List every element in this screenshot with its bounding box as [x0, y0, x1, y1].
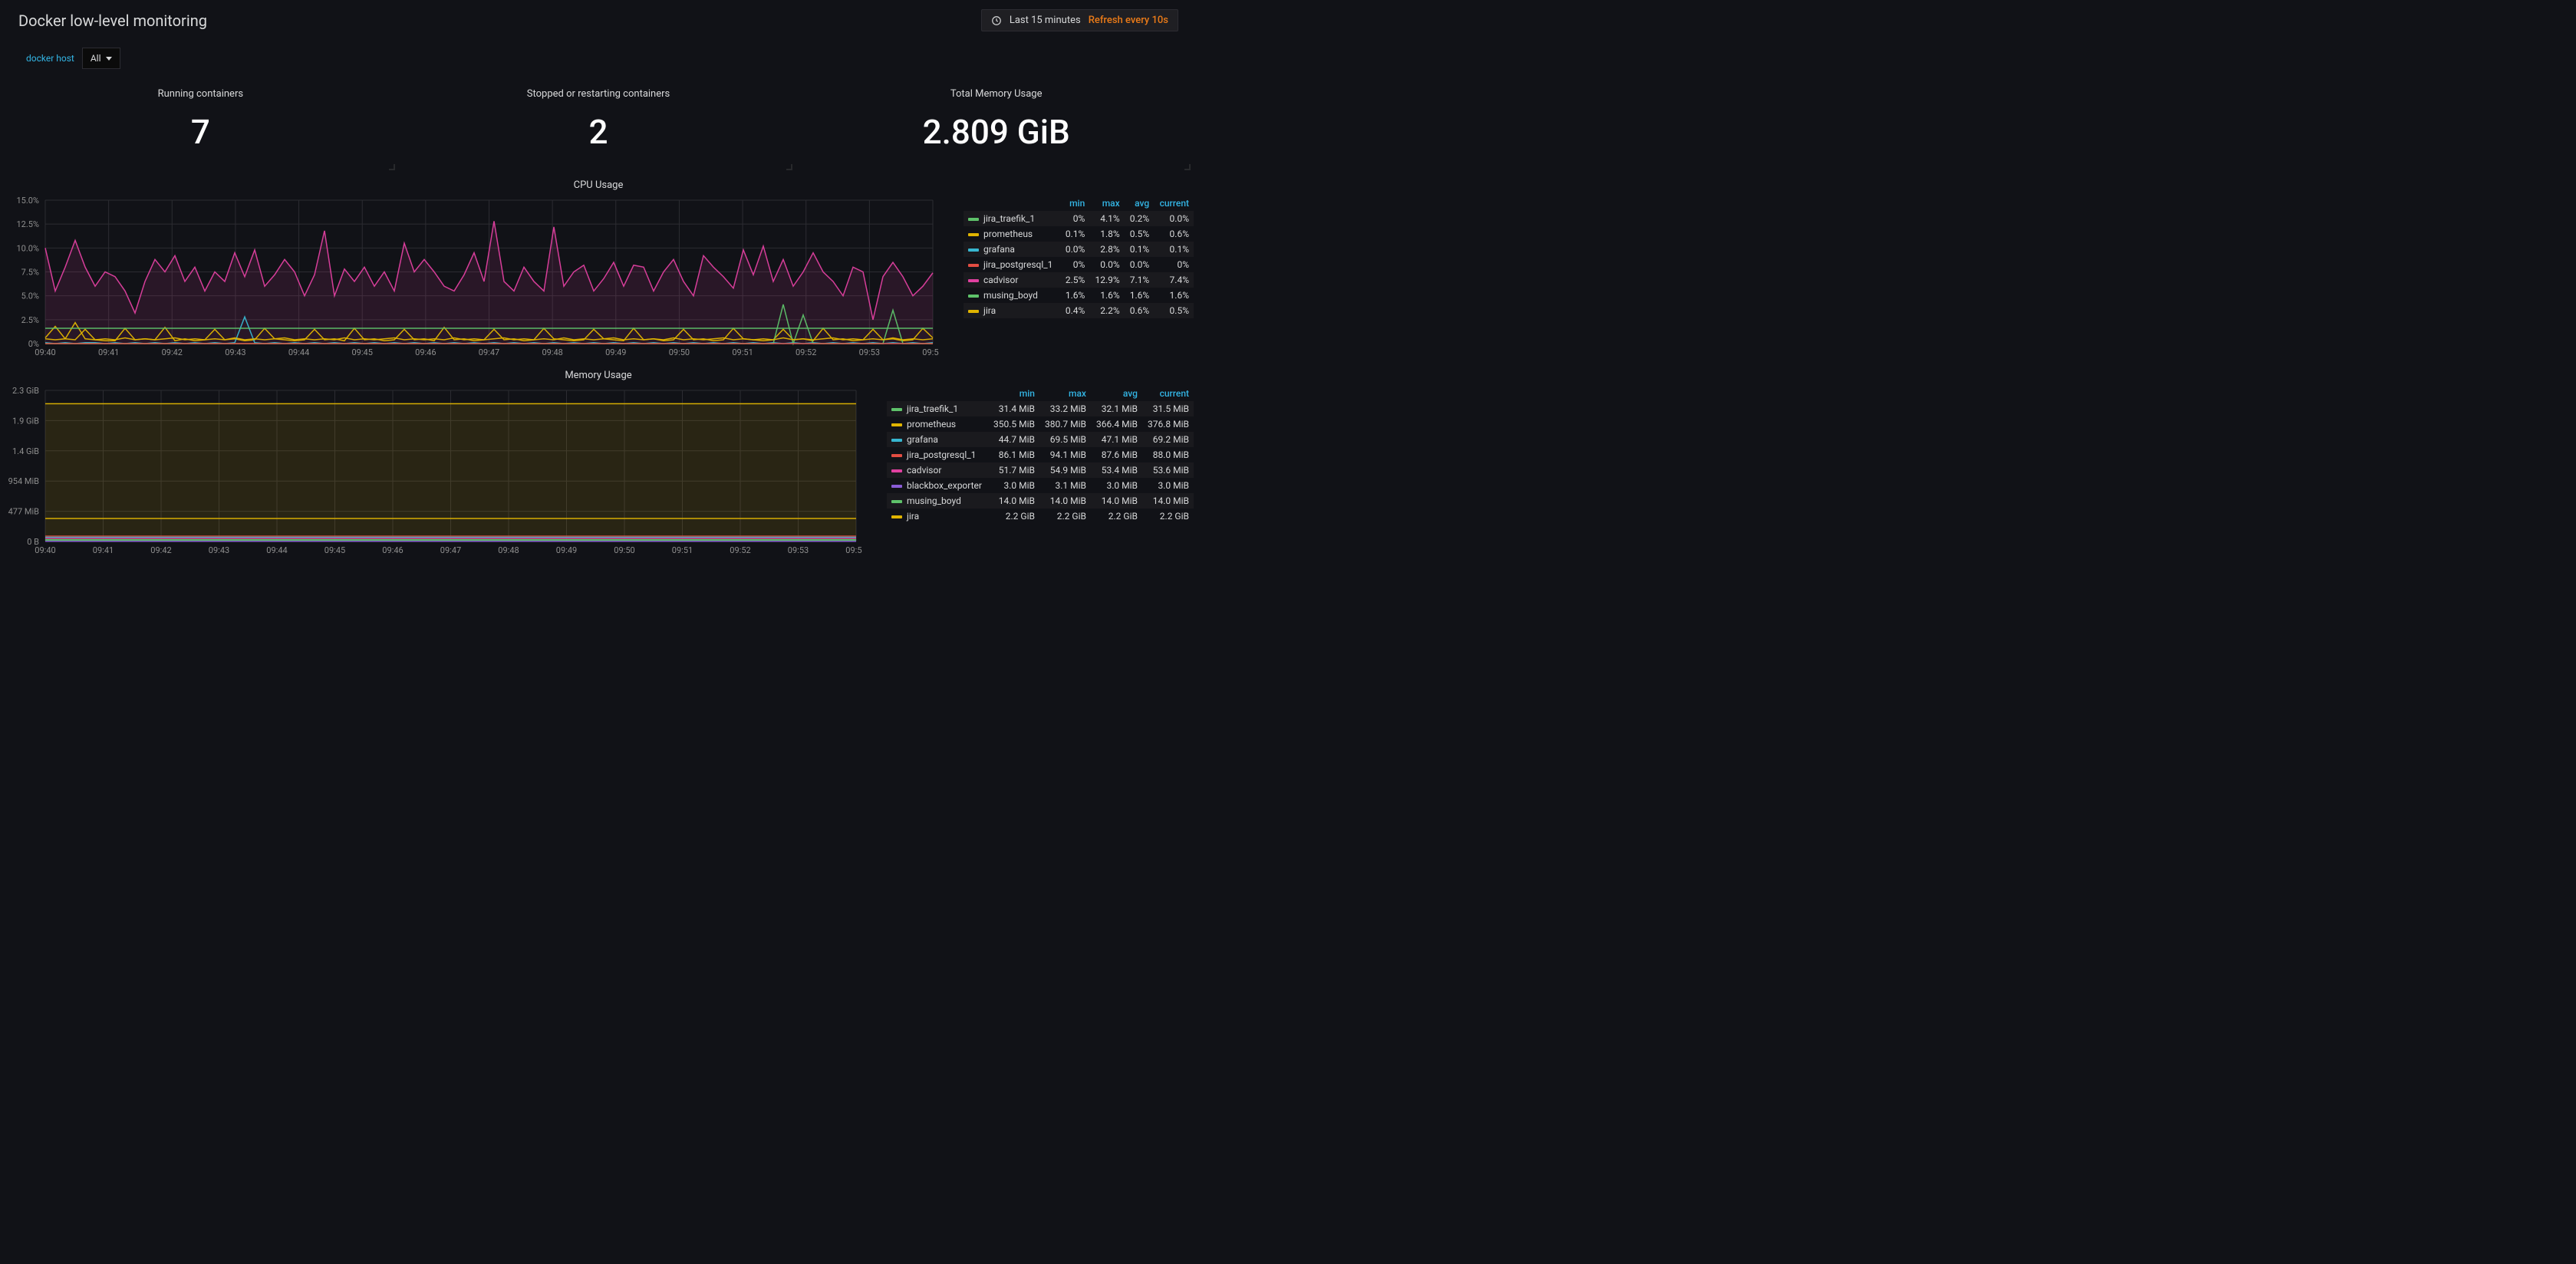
svg-text:954 MiB: 954 MiB: [8, 476, 40, 486]
svg-text:2.5%: 2.5%: [21, 315, 39, 325]
time-range-picker[interactable]: Last 15 minutes Refresh every 10s: [981, 9, 1178, 31]
svg-text:09:53: 09:53: [788, 545, 809, 555]
resize-handle-icon[interactable]: [389, 164, 395, 170]
stat-value: 2.809 GiB: [799, 112, 1194, 152]
legend-row[interactable]: jira_traefik_131.4 MiB33.2 MiB32.1 MiB31…: [887, 401, 1194, 416]
svg-text:09:40: 09:40: [35, 347, 55, 357]
svg-text:09:52: 09:52: [796, 347, 816, 357]
svg-text:09:45: 09:45: [324, 545, 345, 555]
svg-text:477 MiB: 477 MiB: [8, 507, 40, 517]
legend-row[interactable]: grafana0.0%2.8%0.1%0.1%: [964, 242, 1194, 257]
var-docker-host-value: All: [91, 53, 101, 64]
svg-text:5.0%: 5.0%: [21, 291, 39, 301]
legend-row[interactable]: jira0.4%2.2%0.6%0.5%: [964, 303, 1194, 318]
svg-text:09:42: 09:42: [150, 545, 171, 555]
refresh-interval[interactable]: Refresh every 10s: [1089, 15, 1168, 26]
svg-text:10.0%: 10.0%: [16, 243, 39, 253]
svg-text:09:53: 09:53: [859, 347, 880, 357]
svg-text:09:41: 09:41: [93, 545, 114, 555]
panel-title: CPU Usage: [3, 179, 1194, 191]
legend-row[interactable]: prometheus350.5 MiB380.7 MiB366.4 MiB376…: [887, 416, 1194, 432]
svg-text:09:49: 09:49: [605, 347, 626, 357]
cpu-chart[interactable]: 0%2.5%5.0%7.5%10.0%12.5%15.0%09:4009:410…: [3, 196, 957, 360]
panel-stopped-containers[interactable]: Stopped or restarting containers 2: [401, 82, 796, 173]
svg-text:09:40: 09:40: [35, 545, 55, 555]
svg-text:2.3 GiB: 2.3 GiB: [12, 386, 39, 396]
clock-icon: [991, 15, 1002, 26]
var-docker-host-dropdown[interactable]: All: [82, 48, 120, 69]
svg-text:09:47: 09:47: [479, 347, 499, 357]
cpu-legend: minmaxavgcurrentjira_traefik_10%4.1%0.2%…: [964, 196, 1194, 360]
template-variables: docker host All: [0, 41, 1197, 82]
legend-row[interactable]: musing_boyd1.6%1.6%1.6%1.6%: [964, 288, 1194, 303]
svg-text:09:42: 09:42: [162, 347, 183, 357]
var-docker-host-label: docker host: [18, 47, 82, 70]
stats-row: Running containers 7 Stopped or restarti…: [0, 82, 1197, 173]
panel-running-containers[interactable]: Running containers 7: [3, 82, 398, 173]
svg-text:1.4 GiB: 1.4 GiB: [12, 446, 39, 456]
svg-text:09:46: 09:46: [415, 347, 436, 357]
legend-row[interactable]: jira_postgresql_10%0.0%0.0%0%: [964, 257, 1194, 272]
svg-text:15.0%: 15.0%: [16, 196, 39, 206]
resize-handle-icon[interactable]: [1184, 164, 1191, 170]
svg-text:7.5%: 7.5%: [21, 268, 39, 278]
svg-text:09:54: 09:54: [845, 545, 862, 555]
svg-text:09:48: 09:48: [498, 545, 519, 555]
svg-text:09:47: 09:47: [440, 545, 461, 555]
panel-title: Memory Usage: [3, 370, 1194, 381]
legend-row[interactable]: blackbox_exporter3.0 MiB3.1 MiB3.0 MiB3.…: [887, 478, 1194, 493]
svg-text:09:43: 09:43: [209, 545, 229, 555]
legend-row[interactable]: jira_postgresql_186.1 MiB94.1 MiB87.6 Mi…: [887, 447, 1194, 462]
svg-text:09:50: 09:50: [614, 545, 634, 555]
svg-text:09:44: 09:44: [266, 545, 287, 555]
stat-value: 2: [401, 112, 796, 152]
dashboard-title[interactable]: Docker low-level monitoring: [18, 12, 207, 30]
svg-text:09:49: 09:49: [556, 545, 577, 555]
svg-text:09:51: 09:51: [732, 347, 753, 357]
legend-row[interactable]: jira2.2 GiB2.2 GiB2.2 GiB2.2 GiB: [887, 509, 1194, 524]
dashboard-header: Docker low-level monitoring Last 15 minu…: [0, 0, 1197, 41]
legend-row[interactable]: cadvisor2.5%12.9%7.1%7.4%: [964, 272, 1194, 288]
legend-row[interactable]: musing_boyd14.0 MiB14.0 MiB14.0 MiB14.0 …: [887, 493, 1194, 509]
svg-text:09:45: 09:45: [352, 347, 373, 357]
memory-legend: minmaxavgcurrentjira_traefik_131.4 MiB33…: [887, 386, 1194, 558]
svg-text:1.9 GiB: 1.9 GiB: [12, 416, 39, 426]
legend-row[interactable]: grafana44.7 MiB69.5 MiB47.1 MiB69.2 MiB: [887, 432, 1194, 447]
svg-text:09:46: 09:46: [382, 545, 403, 555]
svg-text:09:43: 09:43: [225, 347, 245, 357]
resize-handle-icon[interactable]: [786, 164, 792, 170]
svg-text:12.5%: 12.5%: [16, 219, 39, 229]
svg-text:09:54: 09:54: [922, 347, 939, 357]
memory-chart[interactable]: 0 B477 MiB954 MiB1.4 GiB1.9 GiB2.3 GiB09…: [3, 386, 881, 558]
panel-title: Running containers: [3, 88, 398, 100]
svg-text:09:50: 09:50: [669, 347, 690, 357]
chevron-down-icon: [106, 57, 112, 61]
panel-total-memory[interactable]: Total Memory Usage 2.809 GiB: [799, 82, 1194, 173]
svg-text:09:44: 09:44: [288, 347, 309, 357]
stat-value: 7: [3, 112, 398, 152]
legend-row[interactable]: jira_traefik_10%4.1%0.2%0.0%: [964, 211, 1194, 226]
svg-text:09:52: 09:52: [730, 545, 750, 555]
svg-text:09:41: 09:41: [98, 347, 119, 357]
legend-row[interactable]: cadvisor51.7 MiB54.9 MiB53.4 MiB53.6 MiB: [887, 462, 1194, 478]
svg-text:09:51: 09:51: [672, 545, 693, 555]
panel-memory-usage[interactable]: Memory Usage 0 B477 MiB954 MiB1.4 GiB1.9…: [0, 364, 1197, 561]
panel-title: Stopped or restarting containers: [401, 88, 796, 100]
time-range-label: Last 15 minutes: [1010, 15, 1081, 26]
panel-cpu-usage[interactable]: CPU Usage 0%2.5%5.0%7.5%10.0%12.5%15.0%0…: [0, 173, 1197, 364]
svg-text:09:48: 09:48: [542, 347, 562, 357]
panel-title: Total Memory Usage: [799, 88, 1194, 100]
legend-row[interactable]: prometheus0.1%1.8%0.5%0.6%: [964, 226, 1194, 242]
